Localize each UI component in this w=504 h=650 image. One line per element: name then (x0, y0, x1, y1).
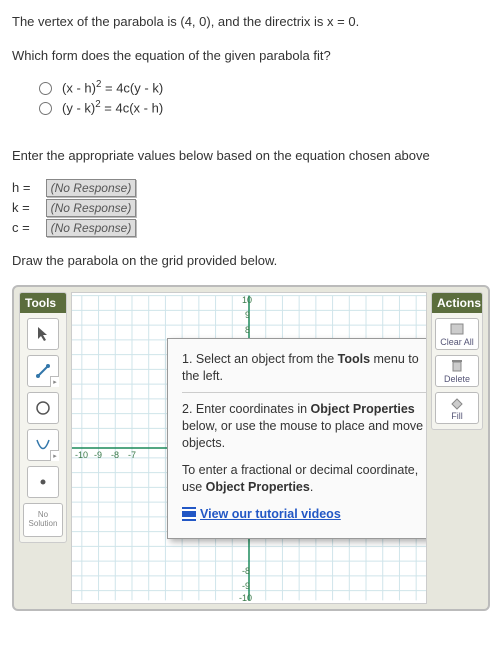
trash-icon (448, 359, 466, 373)
tool-no-solution[interactable]: No Solution (23, 503, 63, 537)
tool-point[interactable] (27, 466, 59, 498)
field-k-row: k = (No Response) (12, 199, 492, 217)
pointer-icon (36, 326, 50, 342)
input-h[interactable]: (No Response) (46, 179, 137, 197)
label-c: c = (12, 220, 42, 235)
graph-grid[interactable]: 10 9 8 -8 -9 -10 -10 -9 -8 -7 7 8 9 10 1… (71, 292, 427, 604)
help-overlay: 1. Select an object from the Tools menu … (167, 338, 427, 539)
action-clear-all[interactable]: Clear All (435, 318, 479, 350)
tutorial-link[interactable]: View our tutorial videos (182, 506, 341, 523)
help-step1: 1. Select an object from the Tools menu … (182, 351, 427, 385)
actions-header: Actions (432, 293, 482, 313)
action-fill[interactable]: Fill (435, 392, 479, 424)
help-step2: 2. Enter coordinates in Object Propertie… (182, 401, 427, 452)
graph-applet: Tools ▸ ▸ No Solution (12, 285, 490, 611)
radio-yk[interactable] (39, 102, 52, 115)
actions-panel: Actions Clear All Delete Fill (431, 292, 483, 430)
tool-circle[interactable] (27, 392, 59, 424)
eq-xh: (x - h)2 = 4c(y - k) (62, 79, 163, 95)
option-yk[interactable]: (y - k)2 = 4c(x - h) (34, 99, 492, 115)
tool-line[interactable]: ▸ (27, 355, 59, 387)
eq-yk: (y - k)2 = 4c(x - h) (62, 99, 163, 115)
input-c[interactable]: (No Response) (46, 219, 137, 237)
input-k[interactable]: (No Response) (46, 199, 137, 217)
line-icon (35, 363, 51, 379)
option-xh[interactable]: (x - h)2 = 4c(y - k) (34, 79, 492, 95)
parabola-icon (35, 437, 51, 453)
tool-parabola[interactable]: ▸ (27, 429, 59, 461)
field-c-row: c = (No Response) (12, 219, 492, 237)
fill-icon (448, 396, 466, 410)
circle-icon (35, 400, 51, 416)
clear-icon (448, 322, 466, 336)
draw-prompt: Draw the parabola on the grid provided b… (12, 251, 492, 271)
tool-pointer[interactable] (27, 318, 59, 350)
field-h-row: h = (No Response) (12, 179, 492, 197)
point-icon (35, 474, 51, 490)
label-h: h = (12, 180, 42, 195)
tools-panel: Tools ▸ ▸ No Solution (19, 292, 67, 543)
form-question: Which form does the equation of the give… (12, 46, 492, 66)
enter-values-prompt: Enter the appropriate values below based… (12, 146, 492, 166)
label-k: k = (12, 200, 42, 215)
help-step3: To enter a fractional or decimal coordin… (182, 462, 427, 496)
film-icon (182, 507, 196, 521)
radio-xh[interactable] (39, 82, 52, 95)
tools-header: Tools (20, 293, 66, 313)
intro-text: The vertex of the parabola is (4, 0), an… (12, 12, 492, 32)
action-delete[interactable]: Delete (435, 355, 479, 387)
